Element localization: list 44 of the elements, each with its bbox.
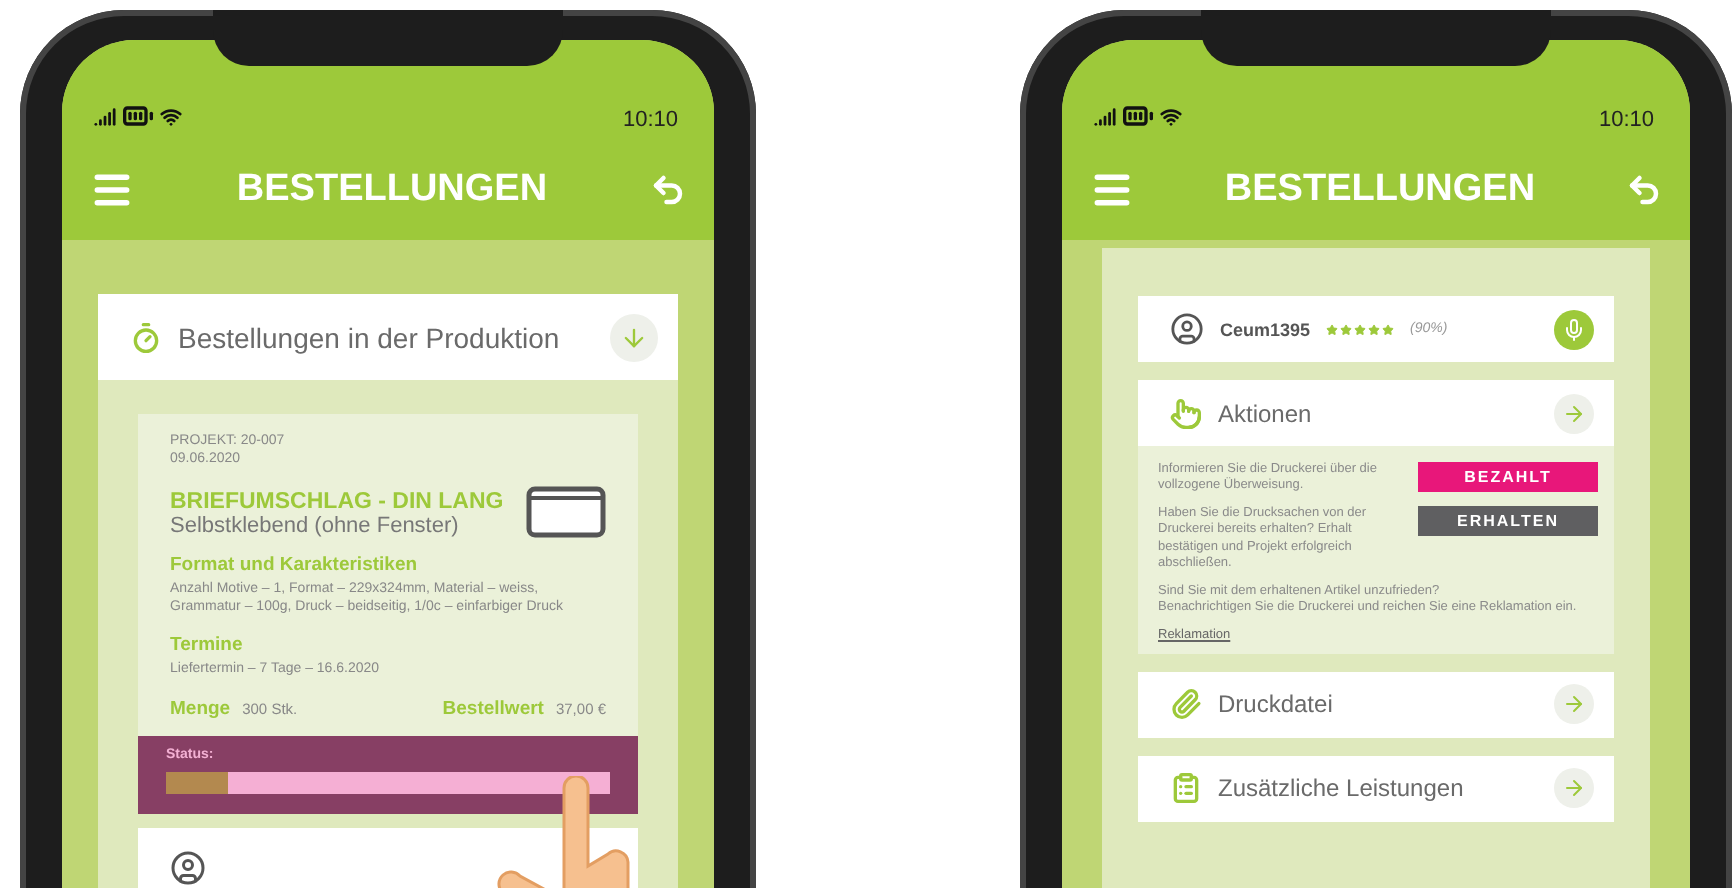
signal-icon [1094, 105, 1116, 127]
link-title: Druckdatei [1218, 690, 1335, 718]
link-title: Zusätzliche Leistungen [1218, 774, 1466, 802]
status-time: 10:10 [622, 108, 678, 132]
section-title: Bestellungen in der Produktion [178, 321, 562, 353]
back-icon[interactable] [650, 172, 686, 208]
screen-title: BESTELLUNGEN [236, 168, 548, 212]
arrow-button[interactable] [1554, 768, 1594, 808]
seller-name: Ceum1395 [1220, 319, 1311, 339]
pointer-hand-icon [1170, 397, 1202, 429]
envelope-icon [526, 485, 606, 538]
arrow-button[interactable] [1554, 684, 1594, 724]
arrow-right-icon [1562, 401, 1586, 425]
microphone-icon [1562, 317, 1586, 341]
microphone-button[interactable] [1554, 309, 1594, 349]
timer-icon [130, 321, 162, 353]
product-subtitle: Selbstklebend (ohne Fenster) [170, 513, 461, 538]
detail-heading: Format und Karakteristiken [170, 553, 420, 576]
user-avatar-icon [1170, 312, 1204, 346]
status-time: 10:10 [1598, 108, 1654, 132]
battery-icon [122, 100, 154, 132]
detail-heading: Termine [170, 633, 245, 656]
signal-icon [94, 105, 116, 127]
arrow-down-icon [620, 323, 648, 351]
user-icon [170, 850, 206, 887]
menu-icon[interactable] [90, 168, 134, 212]
product-name: BRIEFUMSCHLAG - DIN LANG [170, 489, 504, 514]
actions-title: Aktionen [1218, 399, 1314, 427]
screen-title: BESTELLUNGEN [1224, 168, 1536, 212]
quantity-label: Menge [170, 698, 231, 721]
arrow-right-icon [1562, 776, 1586, 800]
arrow-right-icon [1562, 692, 1586, 716]
action-button[interactable]: ERHALTEN [1418, 505, 1598, 536]
action-button[interactable]: BEZAHLT [1418, 462, 1598, 492]
expand-button[interactable] [610, 313, 658, 361]
back-icon[interactable] [1626, 172, 1662, 208]
wifi-icon [1160, 105, 1182, 127]
clipboard-icon [1170, 772, 1202, 804]
paperclip-icon [1170, 688, 1202, 720]
arrow-button[interactable] [1554, 393, 1594, 433]
wifi-icon [160, 105, 182, 127]
menu-icon[interactable] [1090, 168, 1134, 212]
order-value-label: Bestellwert [442, 698, 544, 721]
battery-icon [1122, 100, 1154, 132]
